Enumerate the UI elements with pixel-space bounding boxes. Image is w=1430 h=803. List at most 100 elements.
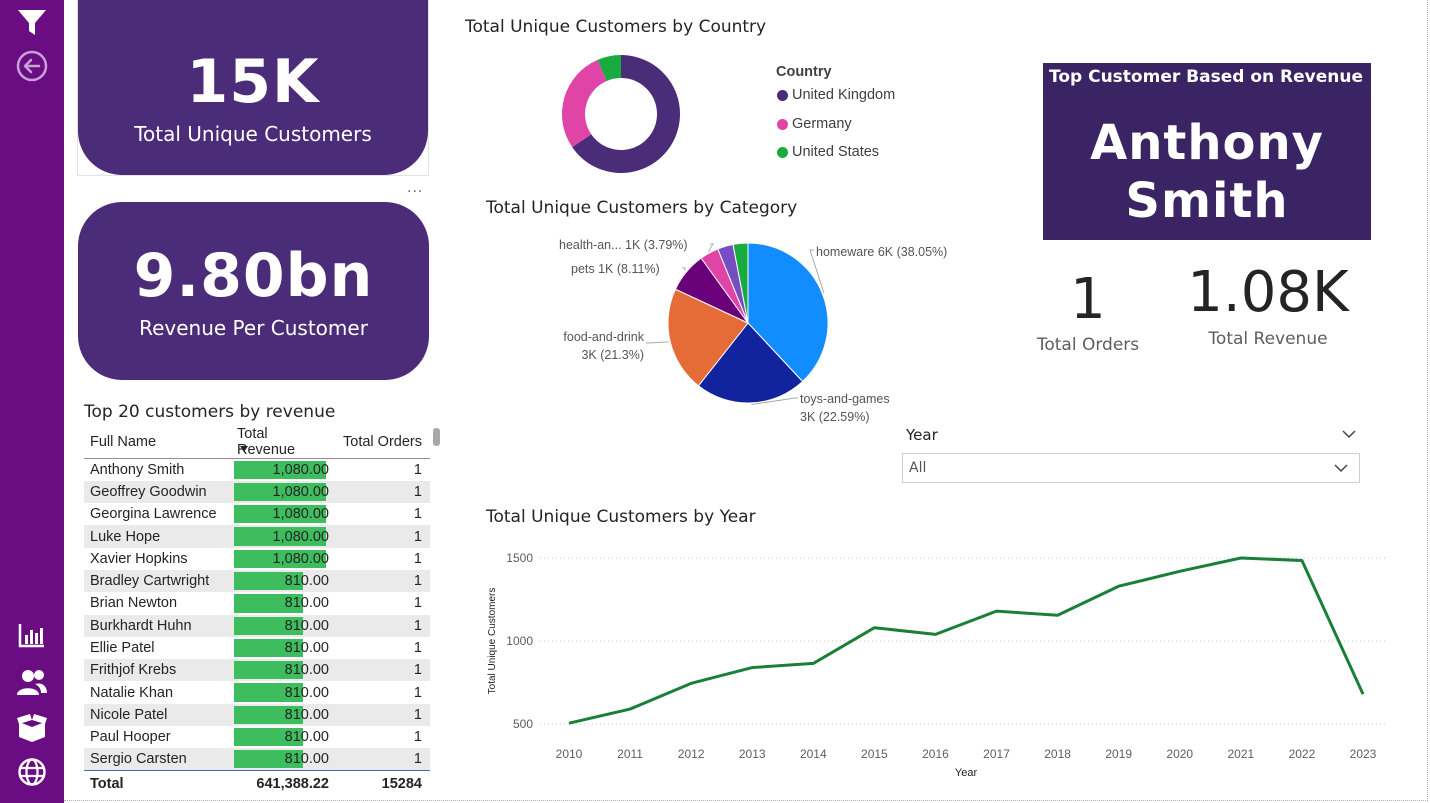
nav-bar-chart[interactable] [0, 620, 64, 650]
line-point[interactable] [871, 625, 877, 631]
legend-item-united-kingdom[interactable]: United Kingdom [777, 87, 895, 103]
line-point[interactable] [1116, 583, 1122, 589]
line-point[interactable] [994, 608, 1000, 614]
cell-full-name: Burkhardt Huhn [90, 617, 192, 634]
x-tick-label: 2018 [1044, 747, 1071, 761]
card-revenue-per-customer[interactable]: 9.80bn Revenue Per Customer [78, 202, 429, 380]
y-tick-label: 1500 [506, 551, 533, 565]
card-unique-customers[interactable]: 15K Total Unique Customers [78, 0, 428, 175]
line-point[interactable] [566, 720, 572, 726]
line-point[interactable] [1177, 568, 1183, 574]
table-row[interactable]: Anthony Smith 1,080.00 1 [84, 459, 430, 481]
legend-dot [777, 118, 788, 130]
total-revenue: 641,388.22 [233, 770, 331, 797]
cell-full-name: Nicole Patel [90, 706, 168, 723]
cell-total-revenue-text: 810.00 [284, 617, 329, 634]
cell-total-orders: 1 [413, 684, 422, 701]
cell-total-orders: 1 [413, 729, 422, 746]
pie-label-line: food-and-drink [563, 330, 644, 344]
table-body: Anthony Smith 1,080.00 1 Geoffrey Goodwin 1,… [84, 459, 430, 771]
x-tick-label: 2011 [617, 747, 643, 761]
table-row[interactable]: Frithjof Krebs 810.00 1 [84, 659, 430, 682]
line-point[interactable] [1238, 555, 1244, 561]
cell-full-name: Paul Hooper [90, 729, 171, 746]
donut-slice-germany[interactable] [562, 59, 607, 148]
table-row[interactable]: Luke Hope 1,080.00 1 [84, 525, 430, 548]
year-dropdown-value: All [909, 460, 927, 476]
table-row[interactable]: Paul Hooper 810.00 1 [84, 726, 430, 748]
year-dropdown[interactable]: All [902, 453, 1360, 483]
cell-total-orders: 1 [413, 706, 422, 723]
table-row[interactable]: Burkhardt Huhn 810.00 1 [84, 614, 430, 637]
legend-item-united-states[interactable]: United States [777, 144, 879, 160]
country-legend-title: Country [776, 64, 832, 80]
line-point[interactable] [932, 631, 938, 637]
nav-geography[interactable] [0, 756, 64, 788]
legend-dot [777, 89, 788, 101]
sort-descending-icon[interactable] [240, 446, 248, 452]
x-axis-label: Year [955, 767, 978, 779]
filter-icon [18, 10, 46, 35]
column-header-total-orders[interactable]: Total Orders [331, 426, 430, 459]
chevron-down-icon [1334, 464, 1348, 473]
pie-label-line: toys-and-games [800, 392, 890, 406]
line-point[interactable] [749, 665, 755, 671]
nav-customers[interactable] [0, 666, 64, 698]
cell-total-revenue-text: 1,080.00 [272, 550, 329, 567]
line-point[interactable] [1299, 557, 1305, 563]
cell-total-revenue-text: 1,080.00 [272, 461, 329, 478]
legend-item-germany[interactable]: Germany [777, 116, 852, 132]
column-header-total-revenue[interactable]: Total Revenue [233, 426, 331, 459]
x-tick-label: 2019 [1105, 747, 1132, 761]
more-options-icon[interactable]: ... [407, 180, 423, 196]
table-row[interactable]: Nicole Patel 810.00 1 [84, 703, 430, 727]
y-tick-label: 1000 [506, 634, 533, 648]
cell-total-revenue: 1,080.00 [233, 548, 331, 570]
x-tick-label: 2013 [739, 747, 766, 761]
top-customers-table[interactable]: Full Name Total Revenue Total Orders Ant… [84, 426, 430, 797]
cell-total-revenue-text: 1,080.00 [272, 483, 329, 500]
card-label: Total Unique Customers [134, 122, 372, 146]
bar-chart-icon [18, 624, 44, 648]
table-row[interactable]: Ellie Patel 810.00 1 [84, 637, 430, 659]
line-point[interactable] [688, 680, 694, 686]
top-customer-name-line: Anthony [1090, 115, 1324, 171]
x-tick-label: 2016 [922, 747, 949, 761]
line-point[interactable] [627, 706, 633, 712]
cell-total-orders: 1 [413, 617, 422, 634]
column-header-full-name[interactable]: Full Name [84, 426, 233, 459]
table-row[interactable]: Brian Newton 810.00 1 [84, 592, 430, 614]
pie-label-line: 3K (22.59%) [800, 410, 870, 425]
table-row[interactable]: Geoffrey Goodwin 1,080.00 1 [84, 480, 430, 504]
table-scrollbar[interactable] [433, 428, 440, 446]
table-row[interactable]: Xavier Hopkins 1,080.00 1 [84, 548, 430, 570]
line-point[interactable] [810, 660, 816, 666]
cell-full-name: Xavier Hopkins [90, 550, 188, 567]
line-point[interactable] [1360, 691, 1366, 697]
country-donut-chart[interactable] [551, 44, 691, 184]
top-customer-card[interactable]: Top Customer Based on Revenue Anthony Sm… [1043, 63, 1371, 240]
table-row[interactable]: Georgina Lawrence 1,080.00 1 [84, 503, 430, 525]
card-value: 9.80bn [133, 241, 374, 311]
cell-total-orders: 1 [413, 662, 422, 679]
table-row[interactable]: Sergio Carsten 810.00 1 [84, 748, 430, 771]
legend-label: United Kingdom [792, 87, 896, 103]
year-line-chart[interactable]: 500 1000 1500 2010 2011 2012 2013 2014 2015 2016 2… [480, 540, 1400, 785]
back-button[interactable] [0, 50, 64, 82]
table-row[interactable]: Bradley Cartwright 810.00 1 [84, 569, 430, 593]
x-tick-label: 2012 [678, 747, 705, 761]
cell-total-revenue: 1,080.00 [233, 503, 331, 525]
cell-total-revenue: 1,080.00 [233, 459, 331, 481]
slicer-collapse-button[interactable] [1341, 426, 1357, 446]
cell-total-revenue-text: 810.00 [284, 751, 329, 768]
cell-full-name: Luke Hope [90, 528, 161, 545]
cell-total-orders: 1 [413, 483, 422, 500]
cell-total-orders: 1 [413, 640, 422, 657]
pie-leader-line [646, 341, 669, 344]
table-row[interactable]: Natalie Khan 810.00 1 [84, 681, 430, 703]
nav-products[interactable] [0, 712, 64, 744]
cell-total-revenue: 810.00 [233, 726, 331, 748]
cell-total-revenue: 810.00 [233, 592, 331, 614]
filter-button[interactable] [0, 8, 64, 38]
line-point[interactable] [1055, 612, 1061, 618]
